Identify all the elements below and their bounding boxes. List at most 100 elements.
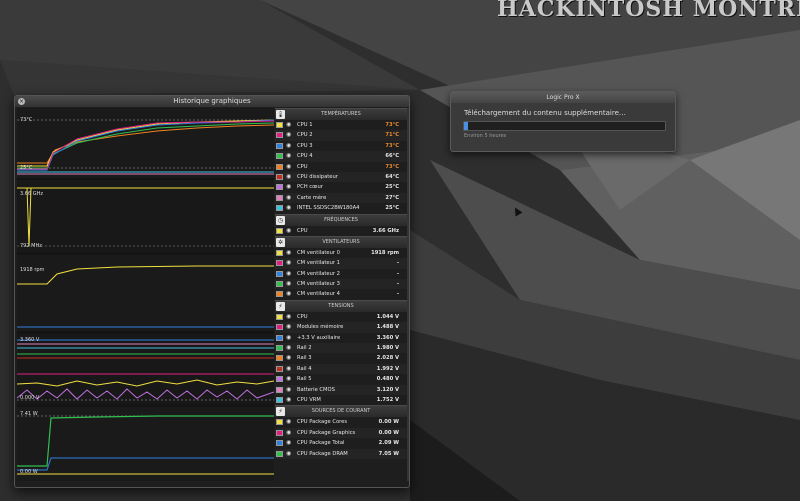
eye-icon[interactable]: ◉: [286, 226, 291, 236]
eye-icon[interactable]: ◉: [286, 364, 291, 374]
color-swatch[interactable]: [276, 173, 283, 180]
sensor-name: CPU Package Total: [297, 440, 345, 447]
sensor-row[interactable]: ◉ Modules mémoire 1.488 V: [275, 322, 407, 333]
color-swatch[interactable]: [276, 313, 283, 320]
eye-icon[interactable]: ◉: [286, 449, 291, 459]
color-swatch[interactable]: [276, 194, 283, 201]
eye-icon[interactable]: ◉: [286, 343, 291, 353]
sensor-row[interactable]: ◉ CPU 4 66°C: [275, 151, 407, 162]
color-swatch[interactable]: [276, 227, 283, 234]
eye-icon[interactable]: ◉: [286, 289, 291, 299]
sensor-row[interactable]: ◉ CM ventilateur 0 1918 rpm: [275, 248, 407, 258]
section-header[interactable]: ⚡ TENSIONS: [275, 299, 407, 312]
sensor-row[interactable]: ◉ CPU 1.044 V: [275, 312, 407, 322]
sensor-row[interactable]: ◉ Rail 5 0.480 V: [275, 374, 407, 384]
color-swatch[interactable]: [276, 205, 283, 212]
color-swatch[interactable]: [276, 419, 283, 426]
color-swatch[interactable]: [276, 270, 283, 277]
sensor-row[interactable]: ◉ PCH cœur 25°C: [275, 182, 407, 192]
color-swatch[interactable]: [276, 334, 283, 341]
eye-icon[interactable]: ◉: [286, 269, 291, 279]
vertical-scrollbar[interactable]: [407, 108, 409, 481]
eye-icon[interactable]: ◉: [286, 322, 291, 332]
eye-icon[interactable]: ◉: [286, 258, 291, 268]
color-swatch[interactable]: [276, 281, 283, 288]
sensor-name: Modules mémoire: [297, 324, 344, 331]
eye-icon[interactable]: ◉: [286, 141, 291, 151]
color-swatch[interactable]: [276, 355, 283, 362]
eye-icon[interactable]: ◉: [286, 182, 291, 192]
eye-icon[interactable]: ◉: [286, 172, 291, 182]
sensor-row[interactable]: ◉ CPU 2 71°C: [275, 130, 407, 141]
sensor-row[interactable]: ◉ CM ventilateur 1 -: [275, 258, 407, 269]
sensor-row[interactable]: ◉ CPU VRM 1.752 V: [275, 395, 407, 405]
sensor-row[interactable]: ◉ Rail 4 1.992 V: [275, 363, 407, 375]
sensor-value: 27°C: [385, 194, 399, 201]
sensor-value: 1.992 V: [376, 365, 399, 372]
sensor-row[interactable]: ◉ CPU 3 73°C: [275, 141, 407, 151]
sensor-row[interactable]: ◉ INTEL SSDSC2BW180A4 25°C: [275, 203, 407, 213]
eye-icon[interactable]: ◉: [286, 279, 291, 289]
sensor-name: CM ventilateur 0: [297, 249, 340, 256]
sensor-row[interactable]: ◉ CM ventilateur 4 -: [275, 289, 407, 299]
sensor-row[interactable]: ◉ CPU Package Graphics 0.00 W: [275, 427, 407, 439]
color-swatch[interactable]: [276, 291, 283, 298]
eye-icon[interactable]: ◉: [286, 120, 291, 130]
section-header[interactable]: ✲ VENTILATEURS: [275, 235, 407, 248]
color-swatch[interactable]: [276, 184, 283, 191]
color-swatch[interactable]: [276, 386, 283, 393]
sensor-row[interactable]: ◉ CPU 73°C: [275, 162, 407, 172]
color-swatch[interactable]: [276, 440, 283, 447]
eye-icon[interactable]: ◉: [286, 438, 291, 448]
color-swatch[interactable]: [276, 132, 283, 139]
sensor-row[interactable]: ◉ CPU dissipateur 64°C: [275, 171, 407, 183]
section-header[interactable]: 🌡 TEMPÉRATURES: [275, 108, 407, 120]
eye-icon[interactable]: ◉: [286, 248, 291, 258]
sensor-row[interactable]: ◉ Rail 3 2.028 V: [275, 353, 407, 363]
eye-icon[interactable]: ◉: [286, 428, 291, 438]
dialog-title[interactable]: Logic Pro X: [451, 92, 675, 103]
color-swatch[interactable]: [276, 249, 283, 256]
color-swatch[interactable]: [276, 260, 283, 267]
eye-icon[interactable]: ◉: [286, 374, 291, 384]
eye-icon[interactable]: ◉: [286, 151, 291, 161]
eye-icon[interactable]: ◉: [286, 312, 291, 322]
eye-icon[interactable]: ◉: [286, 333, 291, 343]
color-swatch[interactable]: [276, 376, 283, 383]
color-swatch[interactable]: [276, 345, 283, 352]
eye-icon[interactable]: ◉: [286, 385, 291, 395]
sensor-name: CPU Package Cores: [297, 419, 348, 426]
color-swatch[interactable]: [276, 324, 283, 331]
section-header[interactable]: ⚡ SOURCES DE COURANT: [275, 405, 407, 418]
sensor-row[interactable]: ◉ CM ventilateur 3 -: [275, 279, 407, 290]
eye-icon[interactable]: ◉: [286, 395, 291, 405]
color-swatch[interactable]: [276, 450, 283, 457]
sensor-row[interactable]: ◉ +3.3 V auxiliaire 3.360 V: [275, 333, 407, 343]
eye-icon[interactable]: ◉: [286, 203, 291, 213]
sensor-row[interactable]: ◉ Carte mère 27°C: [275, 192, 407, 204]
sensor-row[interactable]: ◉ CPU 3.66 GHz: [275, 226, 407, 236]
color-swatch[interactable]: [276, 142, 283, 149]
color-swatch[interactable]: [276, 122, 283, 128]
eye-icon[interactable]: ◉: [286, 193, 291, 203]
color-swatch[interactable]: [276, 163, 283, 170]
color-swatch[interactable]: [276, 153, 283, 160]
eye-icon[interactable]: ◉: [286, 417, 291, 427]
color-swatch[interactable]: [276, 429, 283, 436]
sensor-row[interactable]: ◉ Batterie CMOS 3.120 V: [275, 384, 407, 395]
sensor-row[interactable]: ◉ CM ventilateur 2 -: [275, 269, 407, 279]
close-icon[interactable]: ×: [18, 98, 25, 105]
eye-icon[interactable]: ◉: [286, 353, 291, 363]
sensor-row[interactable]: ◉ Rail 2 1.980 V: [275, 343, 407, 354]
window-titlebar[interactable]: × Historique graphiques: [15, 96, 409, 107]
eye-icon[interactable]: ◉: [286, 130, 291, 140]
clock-icon: ◷: [276, 215, 285, 225]
eye-icon[interactable]: ◉: [286, 162, 291, 172]
sensor-row[interactable]: ◉ CPU Package Total 2.09 W: [275, 438, 407, 448]
sensor-row[interactable]: ◉ CPU Package Cores 0.00 W: [275, 417, 407, 427]
color-swatch[interactable]: [276, 365, 283, 372]
sensor-row[interactable]: ◉ CPU Package DRAM 7.05 W: [275, 448, 407, 459]
section-header[interactable]: ◷ FRÉQUENCES: [275, 213, 407, 226]
sensor-row[interactable]: ◉ CPU 1 73°C: [275, 120, 407, 130]
color-swatch[interactable]: [276, 396, 283, 403]
